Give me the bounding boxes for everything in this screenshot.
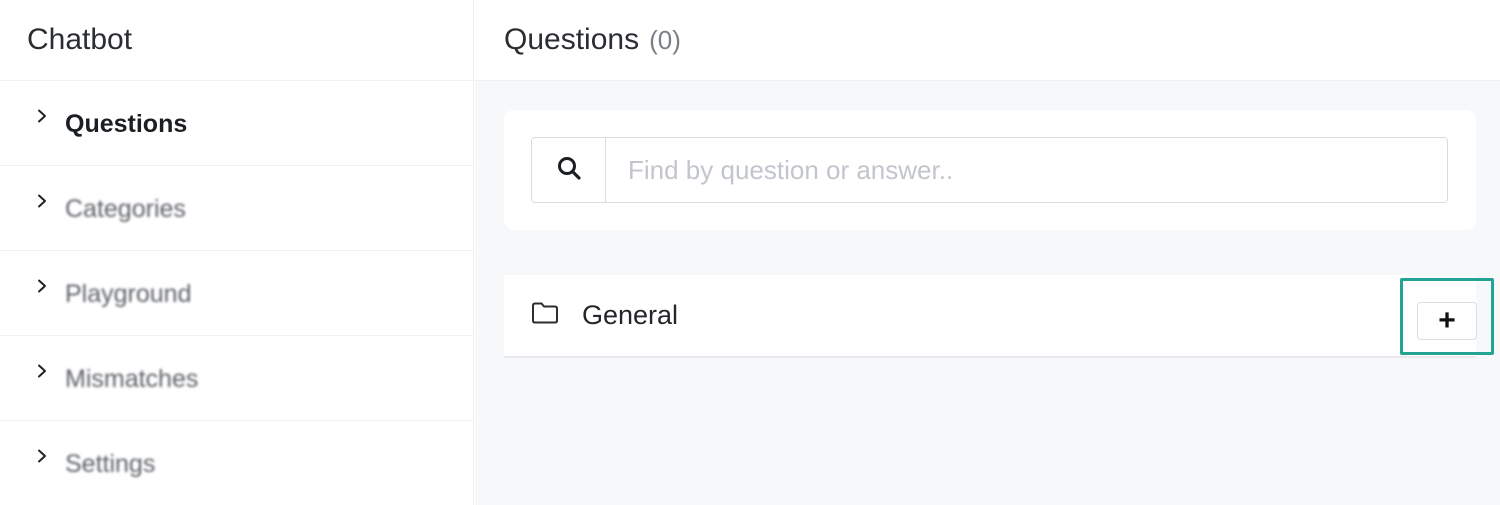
search-box (531, 137, 1448, 203)
sidebar-item-label: Settings (65, 450, 156, 478)
sidebar-item-settings[interactable]: Settings (0, 421, 473, 505)
app-window: Chatbot Questions Categories Playground (0, 0, 1500, 505)
sidebar-item-label: Questions (65, 110, 188, 138)
search-card (504, 110, 1476, 230)
main-panel: Questions (0) General + (475, 0, 1500, 505)
search-button[interactable] (532, 138, 606, 202)
page-header: Questions (0) (475, 0, 1500, 81)
chevron-right-icon (35, 109, 49, 123)
add-question-button[interactable]: + (1417, 302, 1477, 340)
folder-icon (531, 301, 559, 330)
sidebar-item-label: Categories (65, 195, 186, 223)
sidebar-title: Chatbot (27, 23, 133, 56)
sidebar: Chatbot Questions Categories Playground (0, 0, 474, 505)
chevron-right-icon (35, 279, 49, 293)
sidebar-item-label: Playground (65, 280, 192, 308)
search-icon (556, 155, 582, 186)
question-count: (0) (649, 24, 681, 55)
chevron-right-icon (35, 194, 49, 208)
search-input[interactable] (606, 138, 1447, 202)
sidebar-item-mismatches[interactable]: Mismatches (0, 336, 473, 421)
sidebar-header: Chatbot (0, 0, 473, 81)
category-name: General (582, 300, 679, 330)
chevron-right-icon (35, 449, 49, 463)
sidebar-item-playground[interactable]: Playground (0, 251, 473, 336)
sidebar-item-categories[interactable]: Categories (0, 166, 473, 251)
sidebar-item-questions[interactable]: Questions (0, 81, 473, 166)
chevron-right-icon (35, 364, 49, 378)
category-row-general[interactable]: General + (504, 275, 1494, 358)
sidebar-item-label: Mismatches (65, 365, 199, 393)
page-title: Questions (504, 23, 640, 56)
